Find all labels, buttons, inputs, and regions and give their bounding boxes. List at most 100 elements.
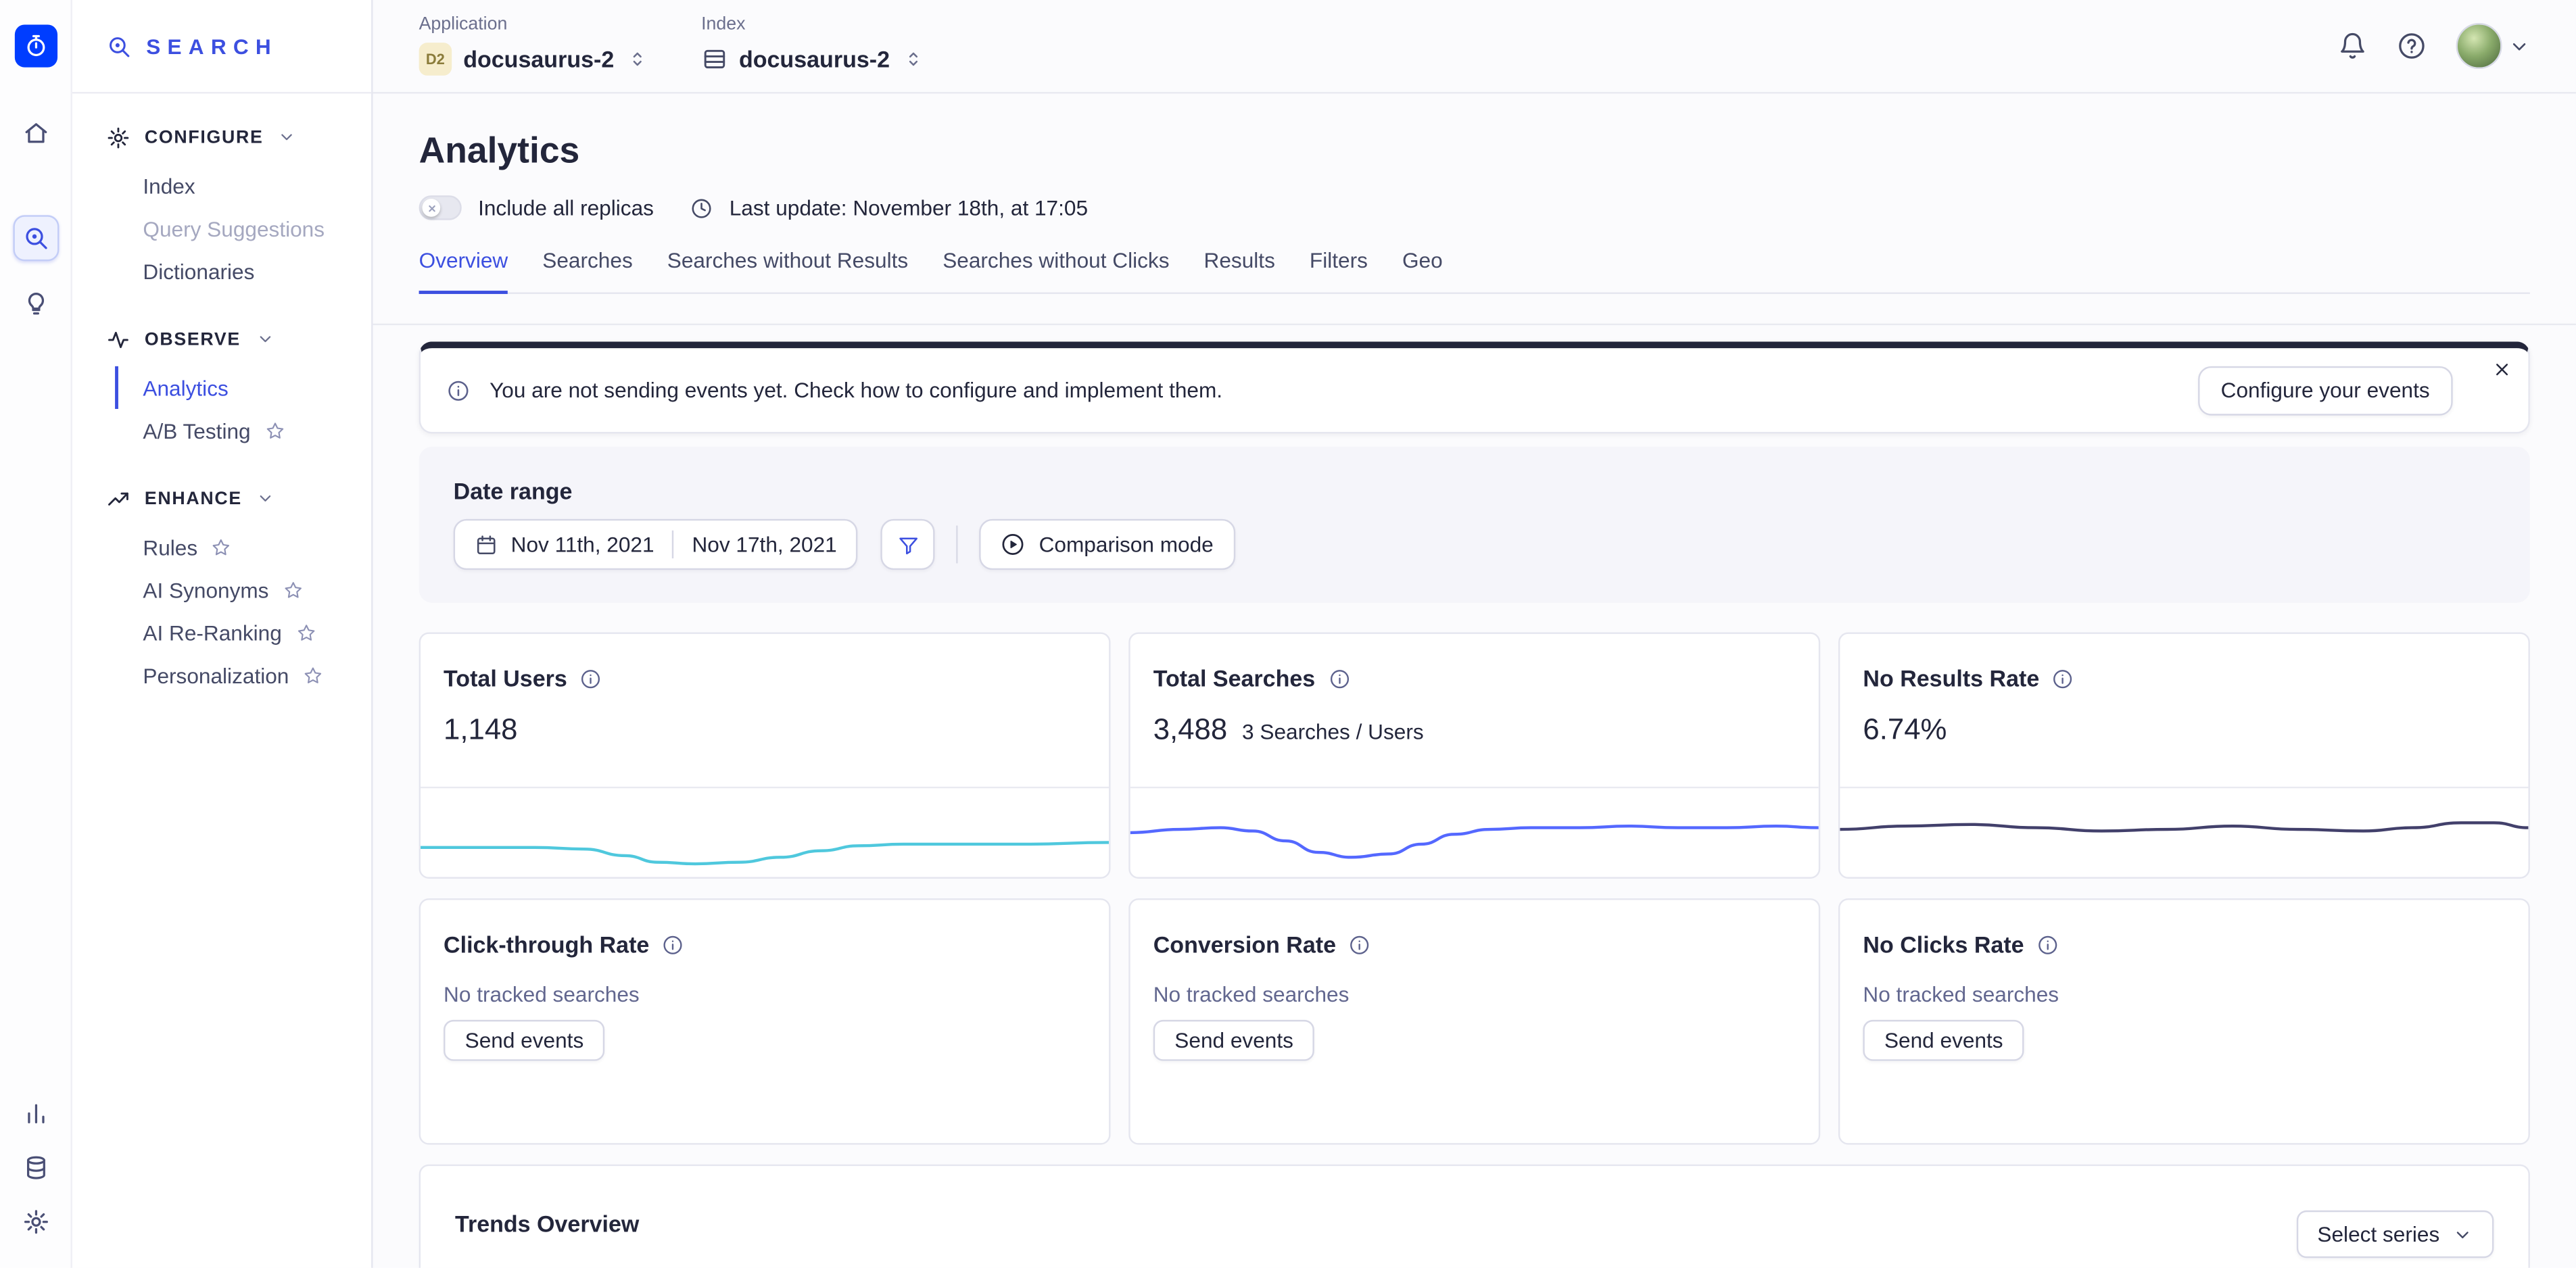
tab-searches-without-clicks[interactable]: Searches without Clicks [943,248,1169,294]
product-name: SEARCH [146,34,278,58]
sidebar-item-ab-testing[interactable]: A/B Testing [115,409,371,452]
settings-gear-icon[interactable] [12,1199,58,1245]
chevron-down-icon [2453,1224,2473,1244]
info-icon[interactable] [580,668,602,689]
info-icon[interactable] [1329,668,1350,689]
sidebar-item-ai-re-ranking[interactable]: AI Re-Ranking [115,611,371,654]
tab-searches-without-results[interactable]: Searches without Results [667,248,908,294]
algolia-dashboard: SEARCH CONFIGURE Index Query Suggestions… [0,0,2576,1268]
sort-carets-icon [901,47,924,70]
page-meta-row: Include all replicas Last update: Novemb… [419,195,2530,220]
sidebar-item-rules[interactable]: Rules [115,526,371,568]
divider [672,531,673,558]
x-icon [427,203,437,213]
filter-button[interactable] [881,519,935,570]
gear-icon [107,126,130,149]
algolia-logo[interactable] [14,24,57,67]
star-icon [211,536,233,558]
funnel-icon [897,533,920,556]
send-events-button[interactable]: Send events [1863,1020,2024,1061]
tab-overview[interactable]: Overview [419,248,508,294]
product-rail [0,0,72,1268]
star-icon [302,664,324,686]
tab-filters[interactable]: Filters [1310,248,1368,294]
date-range-title: Date range [454,478,2496,504]
index-value: docusaurus-2 [739,46,890,72]
application-label: Application [419,15,649,36]
star-icon [264,420,285,441]
tab-results[interactable]: Results [1204,248,1275,294]
sidebar-item-query-suggestions[interactable]: Query Suggestions [115,207,371,249]
index-select[interactable]: docusaurus-2 [701,43,924,76]
trends-overview-panel: Trends Overview Select series [419,1165,2530,1268]
calendar-icon [475,533,498,556]
configure-events-button[interactable]: Configure your events [2198,366,2453,415]
send-events-button[interactable]: Send events [444,1020,605,1061]
activity-icon [107,328,130,351]
header-divider [373,324,2576,325]
sidebar: SEARCH CONFIGURE Index Query Suggestions… [72,0,373,1268]
application-value: docusaurus-2 [463,46,614,72]
close-icon[interactable] [2492,360,2512,379]
sidebar-section-header-configure[interactable]: CONFIGURE [72,115,371,160]
help-icon[interactable] [2397,31,2427,61]
home-icon[interactable] [12,110,58,156]
sidebar-item-personalization[interactable]: Personalization [115,654,371,696]
application-select[interactable]: D2 docusaurus-2 [419,43,649,76]
sidebar-item-index[interactable]: Index [115,164,371,207]
events-banner: You are not sending events yet. Check ho… [419,341,2530,433]
stat-card-click-through-rate: Click-through Rate No tracked searches S… [419,898,1111,1144]
info-icon[interactable] [2053,668,2074,689]
stat-card-total-users: Total Users 1,148 [419,632,1111,878]
sidebar-item-dictionaries[interactable]: Dictionaries [115,249,371,292]
toggle-label: Include all replicas [478,195,654,220]
bar-chart-icon[interactable] [12,1090,58,1136]
chevron-down-icon [256,330,274,348]
include-replicas-toggle[interactable] [419,195,462,220]
select-series-dropdown[interactable]: Select series [2296,1211,2494,1258]
sidebar-section-header-enhance[interactable]: ENHANCE [72,477,371,521]
info-icon[interactable] [2037,933,2059,955]
date-range-panel: Date range Nov 11th, 2021 Nov 17th, 2021 [419,447,2530,603]
stat-subtext: 3 Searches / Users [1242,719,1424,743]
index-icon [701,46,728,72]
start-date: Nov 11th, 2021 [511,532,654,556]
send-events-button[interactable]: Send events [1153,1020,1315,1061]
page-title: Analytics [419,130,2530,172]
sidebar-item-analytics[interactable]: Analytics [115,366,371,409]
info-icon[interactable] [1349,933,1370,955]
main-area: Application D2 docusaurus-2 Index docusa… [373,0,2576,1268]
sidebar-section-enhance: ENHANCE Rules AI Synonyms AI Re-Ranking [72,477,371,697]
database-icon[interactable] [12,1145,58,1191]
tab-geo[interactable]: Geo [1402,248,1443,294]
clock-icon [690,196,713,219]
user-menu[interactable] [2456,23,2530,69]
sidebar-nav: CONFIGURE Index Query Suggestions Dictio… [72,93,371,721]
lightbulb-icon[interactable] [12,281,58,326]
notifications-bell-icon[interactable] [2338,31,2368,61]
end-date: Nov 17th, 2021 [692,532,836,556]
info-icon [447,379,470,401]
index-selector-group: Index docusaurus-2 [701,0,924,76]
sidebar-item-ai-synonyms[interactable]: AI Synonyms [115,568,371,611]
search-product-icon[interactable] [12,215,58,261]
sparkline-total-users [421,779,1109,877]
toggle-knob [422,199,440,217]
application-selector-group: Application D2 docusaurus-2 [419,0,649,76]
stat-value: 1,148 [444,713,517,748]
search-product-header[interactable]: SEARCH [72,0,371,93]
sidebar-section-header-observe[interactable]: OBSERVE [72,317,371,362]
date-range-controls: Nov 11th, 2021 Nov 17th, 2021 Comparison… [454,519,2496,570]
stat-card-no-clicks-rate: No Clicks Rate No tracked searches Send … [1838,898,2530,1144]
tab-searches[interactable]: Searches [542,248,632,294]
stat-value: 3,488 [1153,713,1227,748]
stat-card-total-searches: Total Searches 3,488 3 Searches / Users [1128,632,1820,878]
comparison-mode-button[interactable]: Comparison mode [980,519,1235,570]
date-range-picker[interactable]: Nov 11th, 2021 Nov 17th, 2021 [454,519,859,570]
sort-carets-icon [625,47,648,70]
info-icon[interactable] [663,933,684,955]
last-update-text: Last update: November 18th, at 17:05 [730,195,1088,220]
avatar [2456,23,2502,69]
stat-value: 6.74% [1863,713,1947,748]
no-tracked-searches-note: No tracked searches [421,958,1109,1007]
